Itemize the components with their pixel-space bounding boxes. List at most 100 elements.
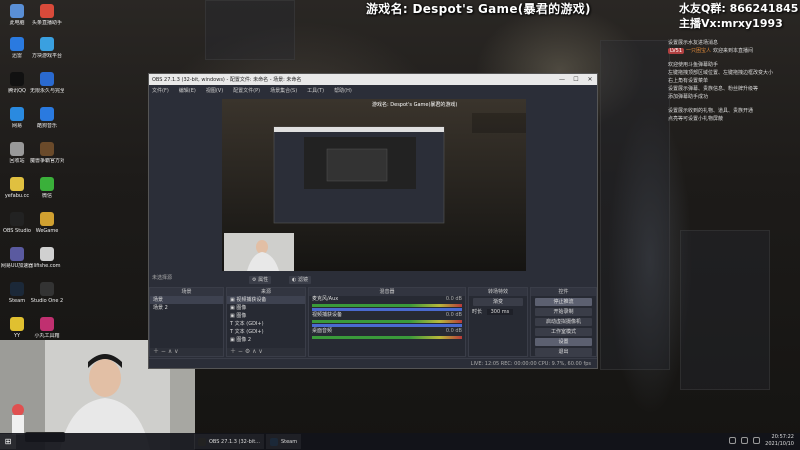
source-item[interactable]: T 文本 (GDI+)	[227, 320, 305, 328]
desktop-icon[interactable]: 方块游戏平台	[30, 37, 64, 59]
chat-message: 左键拖拽顶部区域位置、左键拖拽边框改变大小	[668, 70, 800, 77]
app-icon	[40, 107, 54, 121]
desktop-icon[interactable]: 无限永久与完全工具箱	[30, 72, 64, 94]
fan-badge: LV51	[668, 48, 685, 54]
desktop-icon-label: 网易	[11, 123, 22, 129]
stream-title-overlay: 游戏名: Despot's Game(暴君的游戏)	[366, 2, 591, 16]
desktop-icon[interactable]: 回收站	[0, 142, 34, 164]
app-icon	[10, 282, 24, 296]
desktop-icon-label: 微信	[41, 193, 52, 199]
desktop-icon-label: 小丸工具箱	[34, 333, 60, 339]
source-item[interactable]: ▣ 图像	[227, 312, 305, 320]
scenes-toolbar[interactable]: ＋ − ∧ ∨	[150, 348, 223, 356]
duration-input[interactable]: 300 ms	[486, 309, 514, 315]
chat-message: 设置展示收到的礼物、道具、贵族开通	[668, 108, 800, 115]
close-button[interactable]: ✕	[583, 76, 597, 83]
menu-item[interactable]: 配置文件(P)	[233, 87, 260, 94]
stop-streaming-button[interactable]: 停止推流	[535, 298, 592, 306]
volume-meter	[312, 304, 462, 307]
app-icon	[10, 142, 24, 156]
desktop-icon[interactable]: 魔兽争霸官方对战平台	[30, 142, 64, 164]
volume-slider[interactable]	[312, 308, 462, 311]
window-pane	[680, 230, 770, 390]
taskbar-clock[interactable]: 20:57:22 2021/10/10	[765, 434, 794, 448]
desktop-icon[interactable]: 迅雷	[0, 37, 34, 59]
chat-message: LV51 一只困宝人 欢迎来到本直播间	[668, 48, 800, 55]
desktop-icon[interactable]: OBS Studio	[0, 212, 34, 234]
minimize-button[interactable]: —	[555, 76, 569, 83]
properties-button[interactable]: ⚙ 属性	[249, 276, 272, 284]
start-recording-button[interactable]: 开始录制	[535, 308, 592, 316]
desktop-icon[interactable]: 网易	[0, 107, 34, 129]
exit-button[interactable]: 退出	[535, 348, 592, 356]
mixer-channel-db: 0.0 dB	[445, 328, 462, 334]
desktop-icon[interactable]: 微信	[30, 177, 64, 199]
desktop-icon[interactable]: 腾讯QQ	[0, 72, 34, 94]
desktop-icon[interactable]: Studio One 2	[30, 282, 64, 304]
virtual-camera-button[interactable]: 启动虚拟摄像机	[535, 318, 592, 326]
sources-toolbar[interactable]: ＋ − ⚙ ∧ ∨	[227, 348, 305, 356]
transition-select[interactable]: 渐变	[473, 298, 523, 306]
desktop-icon[interactable]: 此电脑	[0, 4, 34, 26]
taskbar-app[interactable]: OBS 27.1.3 (32-bit...	[194, 434, 264, 449]
filters-button[interactable]: ◐ 滤镜	[289, 276, 311, 284]
obs-preview-canvas[interactable]: 游戏名: Despot's Game(暴君的游戏)	[222, 99, 526, 271]
transition-duration[interactable]: 时长 300 ms	[469, 308, 527, 316]
app-icon	[269, 437, 278, 446]
chat-text: 点亮等可设置小礼物屏蔽	[668, 116, 724, 122]
desktop-icon[interactable]: 酷狗音乐	[30, 107, 64, 129]
anchor-wechat-overlay: 主播Vx:mrxy1993	[679, 17, 783, 30]
menu-item[interactable]: 编辑(E)	[179, 87, 196, 94]
mixer-dock: 混音器 麦克风/Aux 0.0 dB 视频捕获设备 0.0 dB 桌面音频 0.0 d…	[308, 287, 466, 357]
source-item[interactable]: ▣ 图像 2	[227, 336, 305, 344]
desktop-icon[interactable]: WeGame	[30, 212, 64, 234]
chat-message: 欢迎使用斗鱼弹幕助手	[668, 62, 800, 69]
settings-button[interactable]: 设置	[535, 338, 592, 346]
no-source-label: 未选择源	[152, 275, 173, 281]
nested-preview-icon	[222, 99, 526, 271]
desktop-icon-label: 腾讯QQ	[8, 88, 26, 94]
desktop-icon[interactable]: YY	[0, 317, 34, 339]
app-icon	[40, 317, 54, 331]
chat-text: 设置展示收到的礼物、道具、贵族开通	[668, 108, 754, 114]
obs-window[interactable]: OBS 27.1.3 (32-bit, windows) - 配置文件: 未命名…	[148, 73, 598, 369]
mixer-channel[interactable]: 麦克风/Aux 0.0 dB	[309, 296, 465, 311]
menu-item[interactable]: 场景集合(S)	[270, 87, 297, 94]
ime-icon[interactable]	[753, 437, 760, 444]
app-icon	[10, 37, 24, 51]
menu-item[interactable]: 工具(T)	[307, 87, 324, 94]
mixer-dock-title: 混音器	[309, 288, 465, 296]
desktop-icon[interactable]: yefabu.cc	[0, 177, 34, 199]
chat-text: 右上角有设置菜单	[668, 78, 709, 84]
taskbar-app[interactable]: Steam	[265, 434, 302, 449]
mixer-channel[interactable]: 桌面音频 0.0 dB	[309, 328, 465, 339]
scene-item[interactable]: 场景 2	[150, 304, 223, 312]
network-icon[interactable]	[729, 437, 736, 444]
desktop-icon[interactable]: lifishe.com	[30, 247, 64, 269]
app-icon	[10, 107, 24, 121]
desktop-icon[interactable]: 小丸工具箱	[30, 317, 64, 339]
desktop-icon-label: 网易UU加速器	[0, 263, 34, 269]
studio-mode-button[interactable]: 工作室模式	[535, 328, 592, 336]
source-item[interactable]: ▣ 视频捕获设备	[227, 296, 305, 304]
obs-titlebar[interactable]: OBS 27.1.3 (32-bit, windows) - 配置文件: 未命名…	[149, 74, 597, 85]
menu-item[interactable]: 视图(V)	[206, 87, 223, 94]
maximize-button[interactable]: ☐	[569, 76, 583, 83]
desktop-icon[interactable]: 网易UU加速器	[0, 247, 34, 269]
start-button[interactable]: ⊞	[0, 434, 16, 449]
source-item[interactable]: T 文本 (GDI+)	[227, 328, 305, 336]
mixer-channel-name: 麦克风/Aux	[312, 296, 339, 302]
menu-item[interactable]: 文件(F)	[152, 87, 169, 94]
mixer-channel-db: 0.0 dB	[445, 296, 462, 302]
scenes-dock: 场景 场景 场景 2 ＋ − ∧ ∨	[149, 287, 224, 357]
scene-item[interactable]: 场景	[150, 296, 223, 304]
desktop-icon[interactable]: 头条直播助手	[30, 4, 64, 26]
desktop-icon[interactable]: Steam	[0, 282, 34, 304]
desktop-icon-label: 方块游戏平台	[31, 53, 62, 59]
mixer-channel[interactable]: 视频捕获设备 0.0 dB	[309, 312, 465, 327]
volume-icon[interactable]	[741, 437, 748, 444]
window-pane	[205, 0, 295, 60]
volume-slider[interactable]	[312, 324, 462, 327]
source-item[interactable]: ▣ 图像	[227, 304, 305, 312]
menu-item[interactable]: 帮助(H)	[334, 87, 352, 94]
